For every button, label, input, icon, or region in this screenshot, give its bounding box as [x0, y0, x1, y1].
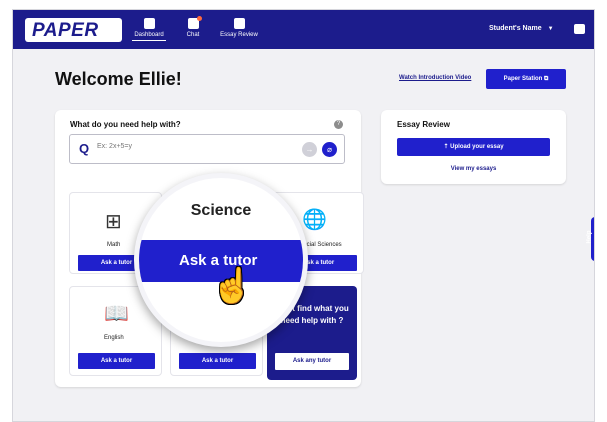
upload-essay-button[interactable]: ⇡ Upload your essay — [397, 138, 550, 156]
arrow-right-icon[interactable]: → — [302, 142, 317, 157]
help-side-tab[interactable]: Help — [587, 217, 594, 261]
external-link-icon: ⧉ — [544, 76, 549, 82]
document-icon — [233, 18, 245, 29]
dashboard-icon — [143, 18, 155, 29]
user-menu[interactable]: Student's Name ▼ — [489, 25, 554, 32]
ask-tutor-other-button[interactable]: Ask a tutor — [179, 353, 256, 369]
q-logo-icon: Q — [79, 141, 90, 156]
calculator-icon: ⊞ — [105, 211, 122, 233]
paper-logo[interactable]: PAPER — [25, 18, 122, 42]
ask-tutor-english-button[interactable]: Ask a tutor — [78, 353, 155, 369]
chat-icon — [187, 16, 202, 29]
upload-icon: ⇡ — [443, 144, 449, 150]
search-box: Q → ⌀ — [69, 134, 345, 164]
book-icon: 📖 — [104, 303, 129, 325]
info-icon[interactable]: ? — [334, 120, 343, 129]
ask-any-tutor-button[interactable]: Ask any tutor — [275, 353, 349, 370]
top-navigation-bar: PAPER Dashboard Chat Essay Review Studen… — [13, 10, 594, 49]
view-essays-link[interactable]: View my essays — [397, 166, 550, 172]
app-window: PAPER Dashboard Chat Essay Review Studen… — [12, 9, 595, 422]
paper-station-button[interactable]: Paper Station ⧉ — [486, 69, 566, 89]
intro-video-link[interactable]: Watch Introduction Video — [399, 75, 471, 81]
magnifier-overlay: Science Ask a tutor ☝ — [134, 173, 308, 347]
essay-review-card: Essay Review ⇡ Upload your essay View my… — [381, 110, 566, 184]
nav-essay-review[interactable]: Essay Review — [209, 18, 269, 38]
page-title: Welcome Ellie! — [55, 69, 182, 89]
hand-cursor-icon: ☝ — [211, 267, 254, 305]
essay-review-title: Essay Review — [397, 120, 450, 129]
magnified-subject-label: Science — [190, 202, 252, 219]
globe-icon: 🌐 — [302, 209, 327, 231]
paperclip-icon[interactable]: ⌀ — [322, 142, 337, 157]
help-title: What do you need help with? — [70, 120, 181, 129]
chevron-down-icon: ▼ — [547, 26, 554, 32]
notification-dot — [196, 16, 202, 21]
messages-icon[interactable] — [574, 24, 585, 34]
search-input[interactable] — [97, 143, 277, 150]
